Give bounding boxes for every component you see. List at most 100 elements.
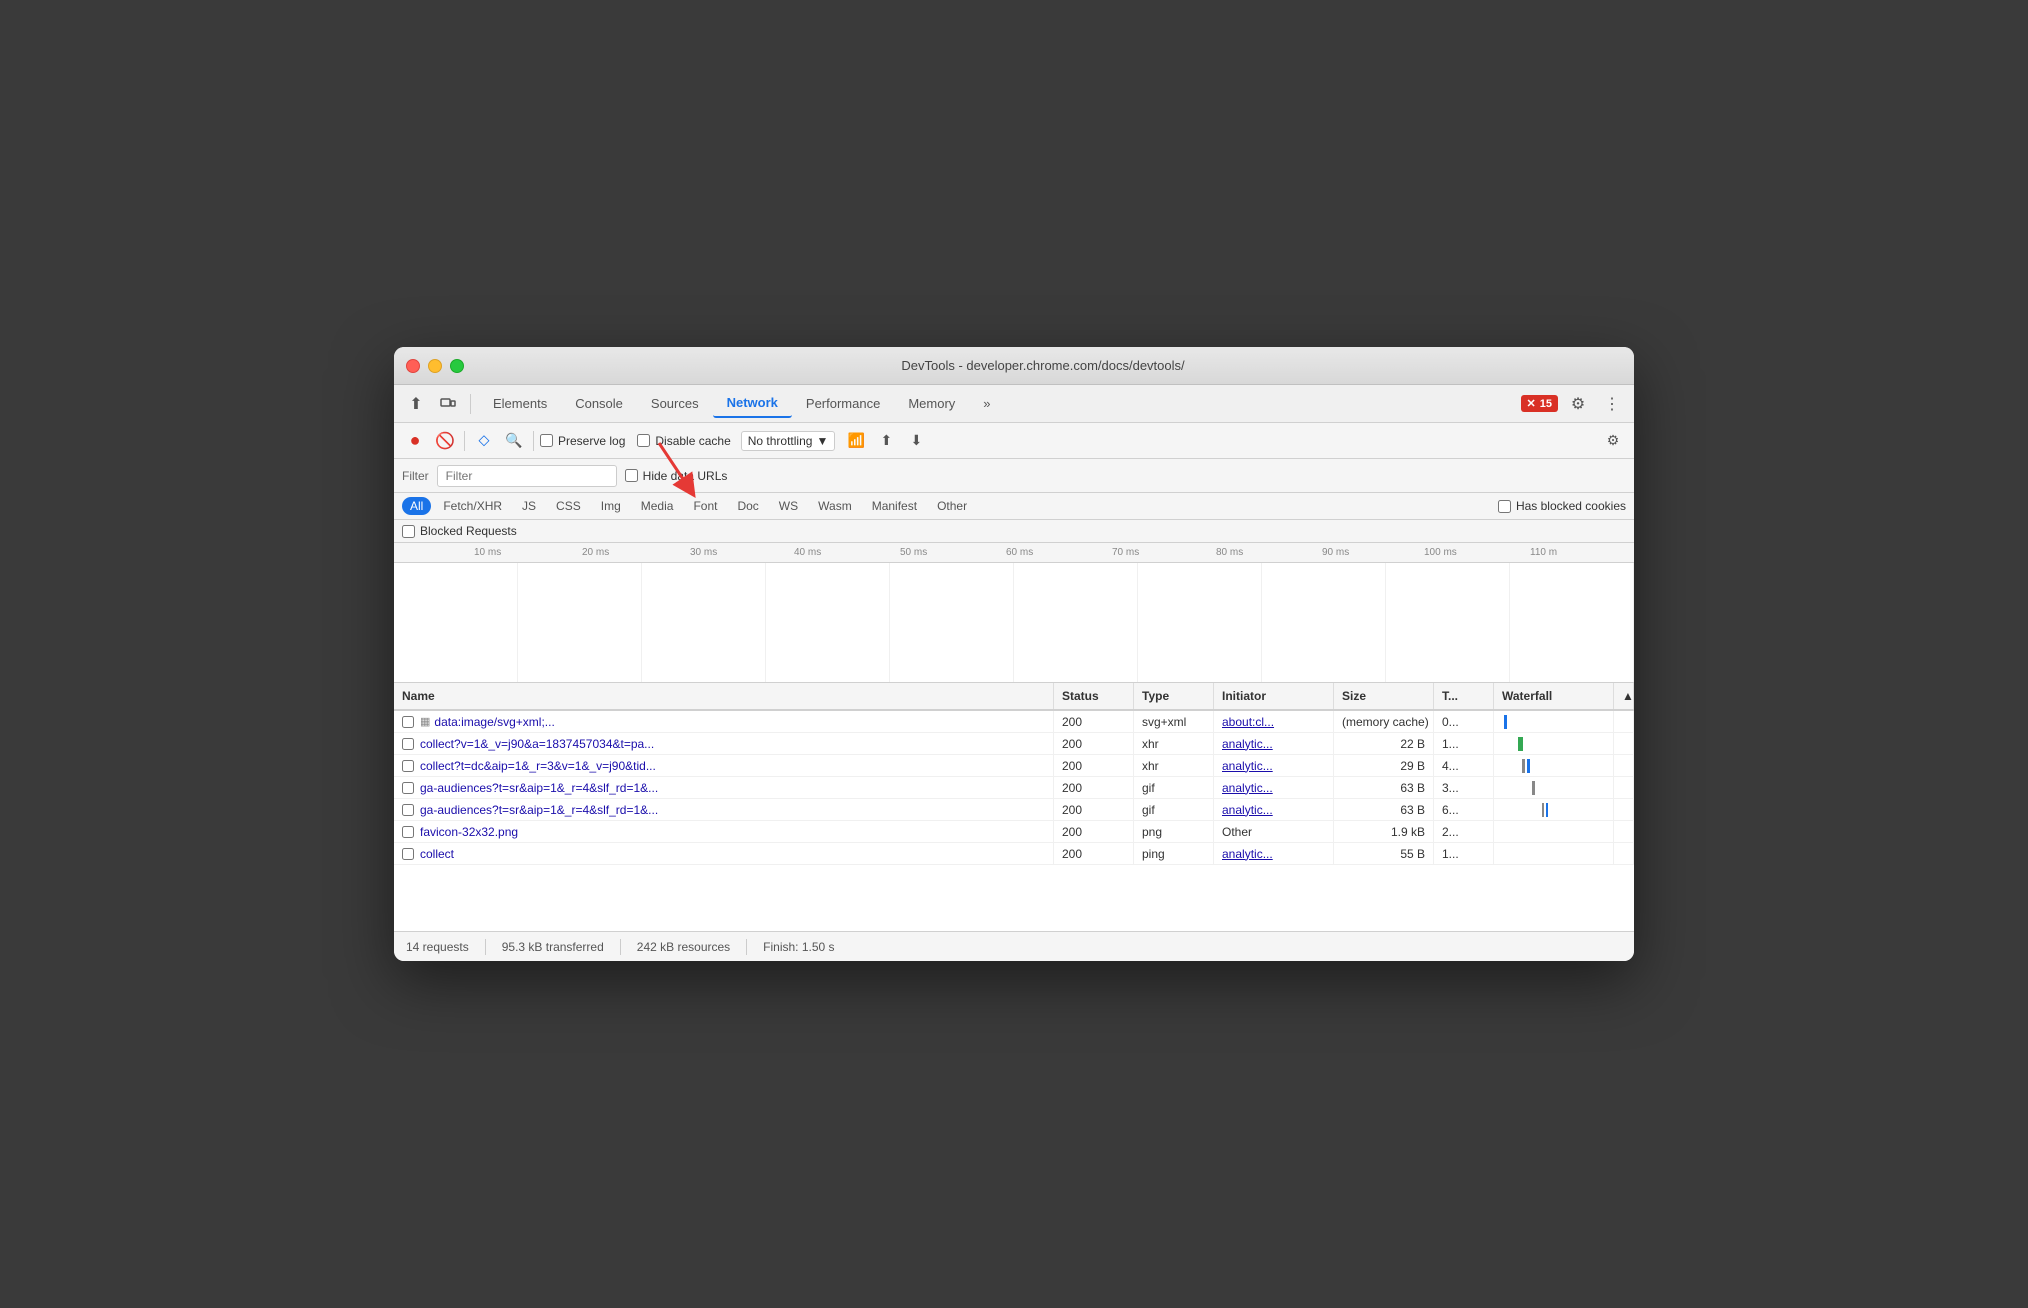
filter-other[interactable]: Other (929, 497, 975, 515)
tick-100ms: 100 ms (1424, 547, 1457, 558)
preserve-log-input[interactable] (540, 434, 553, 447)
tick-60ms: 60 ms (1006, 547, 1033, 558)
filter-manifest[interactable]: Manifest (864, 497, 925, 515)
filter-css[interactable]: CSS (548, 497, 589, 515)
table-row[interactable]: collect?t=dc&aip=1&_r=3&v=1&_v=j90&tid..… (394, 755, 1634, 777)
td-size: (memory cache) (1334, 711, 1434, 732)
td-extra (1614, 777, 1634, 798)
td-extra (1614, 843, 1634, 864)
timeline-area[interactable] (394, 563, 1634, 683)
upload-icon[interactable]: ⬆ (873, 428, 899, 454)
timeline-col-10 (1510, 563, 1634, 682)
row-checkbox[interactable] (402, 848, 414, 860)
td-initiator: analytic... (1214, 799, 1334, 820)
record-button[interactable]: ● (402, 428, 428, 454)
table-row[interactable]: ga-audiences?t=sr&aip=1&_r=4&slf_rd=1&..… (394, 777, 1634, 799)
td-initiator: analytic... (1214, 843, 1334, 864)
tab-sources[interactable]: Sources (637, 390, 713, 417)
tab-performance[interactable]: Performance (792, 390, 894, 417)
td-name: collect (394, 843, 1054, 864)
table-row[interactable]: collect?v=1&_v=j90&a=1837457034&t=pa... … (394, 733, 1634, 755)
filter-all[interactable]: All (402, 497, 431, 515)
nav-tabs: Elements Console Sources Network Perform… (479, 389, 1005, 418)
row-checkbox[interactable] (402, 716, 414, 728)
filter-font[interactable]: Font (685, 497, 725, 515)
blocked-requests-bar: Blocked Requests (394, 520, 1634, 543)
settings-gear-icon[interactable]: ⚙ (1600, 428, 1626, 454)
toolbar-sep-1 (464, 431, 465, 451)
error-badge: ✕ 15 (1521, 395, 1558, 412)
table-row[interactable]: collect 200 ping analytic... 55 B 1... (394, 843, 1634, 865)
th-waterfall[interactable]: Waterfall (1494, 683, 1614, 709)
row-checkbox[interactable] (402, 760, 414, 772)
filter-js[interactable]: JS (514, 497, 544, 515)
device-toggle-icon[interactable] (434, 390, 462, 418)
filter-input[interactable] (437, 465, 617, 487)
timeline-grid (394, 563, 1634, 682)
blocked-requests-input[interactable] (402, 525, 415, 538)
table-row[interactable]: favicon-32x32.png 200 png Other 1.9 kB 2… (394, 821, 1634, 843)
filter-wasm[interactable]: Wasm (810, 497, 860, 515)
filter-fetch-xhr[interactable]: Fetch/XHR (435, 497, 510, 515)
td-waterfall (1494, 843, 1614, 864)
filter-icon[interactable]: ⬦ (471, 428, 497, 454)
download-icon[interactable]: ⬇ (903, 428, 929, 454)
filter-bar: Filter Hide data URLs (394, 459, 1634, 493)
td-status: 200 (1054, 755, 1134, 776)
td-status: 200 (1054, 711, 1134, 732)
table-row[interactable]: ▦ data:image/svg+xml;... 200 svg+xml abo… (394, 711, 1634, 733)
disable-cache-checkbox[interactable]: Disable cache (637, 434, 730, 448)
tab-memory[interactable]: Memory (894, 390, 969, 417)
tab-elements[interactable]: Elements (479, 390, 561, 417)
td-initiator: analytic... (1214, 755, 1334, 776)
resources-size: 242 kB resources (637, 940, 730, 954)
more-options-icon[interactable]: ⋮ (1598, 390, 1626, 418)
th-name[interactable]: Name (394, 683, 1054, 709)
filter-doc[interactable]: Doc (729, 497, 766, 515)
filter-label: Filter (402, 469, 429, 483)
hide-data-urls-checkbox[interactable]: Hide data URLs (625, 469, 728, 483)
clear-button[interactable]: 🚫 (432, 428, 458, 454)
tab-more[interactable]: » (969, 390, 1004, 417)
td-status: 200 (1054, 777, 1134, 798)
row-checkbox[interactable] (402, 826, 414, 838)
th-status[interactable]: Status (1054, 683, 1134, 709)
td-type: xhr (1134, 755, 1214, 776)
has-cookies-input[interactable] (1498, 500, 1511, 513)
nav-right: ✕ 15 ⚙ ⋮ (1521, 390, 1626, 418)
th-sort[interactable]: ▲ (1614, 683, 1634, 709)
table-row[interactable]: ga-audiences?t=sr&aip=1&_r=4&slf_rd=1&..… (394, 799, 1634, 821)
preserve-log-checkbox[interactable]: Preserve log (540, 434, 625, 448)
throttle-arrow: ▼ (816, 434, 828, 448)
filter-img[interactable]: Img (593, 497, 629, 515)
tab-console[interactable]: Console (561, 390, 637, 417)
search-icon[interactable]: 🔍 (501, 428, 527, 454)
th-type[interactable]: Type (1134, 683, 1214, 709)
network-toolbar: ● 🚫 ⬦ 🔍 Preserve log Disable cache No th… (394, 423, 1634, 459)
minimize-button[interactable] (428, 359, 442, 373)
td-size: 29 B (1334, 755, 1434, 776)
blocked-requests-checkbox[interactable]: Blocked Requests (402, 524, 1626, 538)
th-time[interactable]: T... (1434, 683, 1494, 709)
close-button[interactable] (406, 359, 420, 373)
row-checkbox[interactable] (402, 782, 414, 794)
row-checkbox[interactable] (402, 804, 414, 816)
td-size: 55 B (1334, 843, 1434, 864)
has-blocked-cookies[interactable]: Has blocked cookies (1498, 499, 1626, 513)
cursor-icon[interactable]: ⬆ (402, 390, 430, 418)
wifi-icon[interactable]: 📶 (843, 428, 869, 454)
hide-data-urls-input[interactable] (625, 469, 638, 482)
throttle-select[interactable]: No throttling ▼ (741, 431, 836, 451)
settings-icon[interactable]: ⚙ (1564, 390, 1592, 418)
tab-network[interactable]: Network (713, 389, 792, 418)
th-initiator[interactable]: Initiator (1214, 683, 1334, 709)
td-time: 2... (1434, 821, 1494, 842)
filter-media[interactable]: Media (633, 497, 682, 515)
filter-ws[interactable]: WS (771, 497, 806, 515)
window-title: DevTools - developer.chrome.com/docs/dev… (464, 358, 1622, 373)
maximize-button[interactable] (450, 359, 464, 373)
disable-cache-input[interactable] (637, 434, 650, 447)
row-checkbox[interactable] (402, 738, 414, 750)
traffic-lights (406, 359, 464, 373)
th-size[interactable]: Size (1334, 683, 1434, 709)
